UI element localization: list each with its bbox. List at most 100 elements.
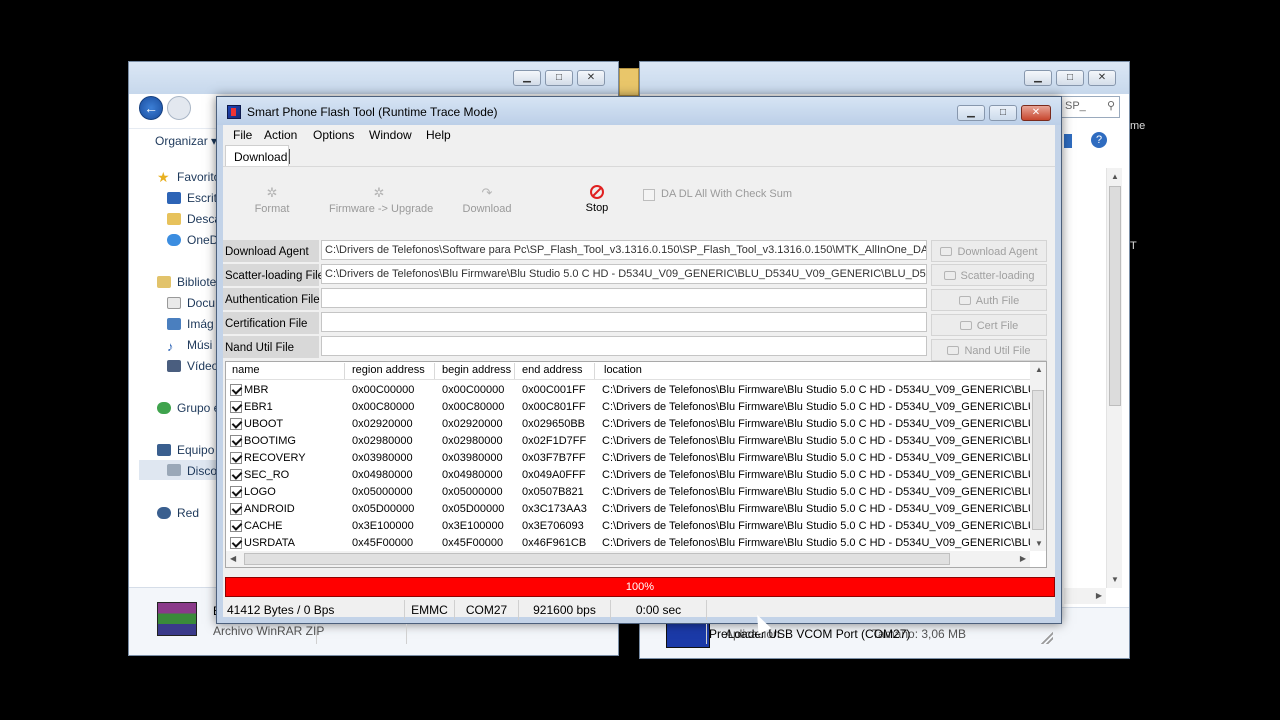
row-checkbox[interactable]: [230, 452, 242, 464]
search-icon[interactable]: ⚲: [1107, 99, 1115, 112]
row-checkbox[interactable]: [230, 401, 242, 413]
menu-options[interactable]: Options: [313, 128, 354, 142]
flash-tool-titlebar[interactable]: Smart Phone Flash Tool (Runtime Trace Mo…: [217, 97, 1061, 125]
nav-libraries[interactable]: Bibliote: [177, 275, 216, 289]
menu-action[interactable]: Action: [264, 128, 297, 142]
nav-disk[interactable]: Disco: [187, 464, 217, 478]
cert-file-field[interactable]: [321, 312, 927, 332]
nav-computer[interactable]: Equipo: [177, 443, 214, 457]
row-name: BOOTIMG: [244, 435, 296, 447]
tab-download[interactable]: Download: [225, 145, 290, 167]
menu-file[interactable]: File: [233, 128, 252, 142]
winrar-icon: [157, 602, 197, 636]
row-checkbox[interactable]: [230, 435, 242, 447]
help-icon[interactable]: ?: [1091, 132, 1107, 148]
nand-util-button[interactable]: Nand Util File: [931, 339, 1047, 361]
row-checkbox[interactable]: [230, 486, 242, 498]
cert-file-label: Certification File: [223, 312, 319, 334]
row-name: CACHE: [244, 520, 283, 532]
menu-window[interactable]: Window: [369, 128, 412, 142]
column-region-address[interactable]: region address: [352, 364, 425, 378]
forward-button[interactable]: [167, 96, 191, 120]
nav-videos[interactable]: Vídeo: [187, 359, 218, 373]
table-row[interactable]: LOGO 0x05000000 0x05000000 0x0507B821 C:\Dri…: [226, 484, 1042, 501]
folder-icon: [619, 68, 639, 96]
format-button[interactable]: ✲ Format: [249, 186, 295, 215]
auth-file-button[interactable]: Auth File: [931, 289, 1047, 311]
table-row[interactable]: SEC_RO 0x04980000 0x04980000 0x049A0FFF C:\D…: [226, 467, 1042, 484]
row-end-address: 0x00C001FF: [522, 384, 586, 396]
table-row[interactable]: CACHE 0x3E100000 0x3E100000 0x3E706093 C:\Dr…: [226, 518, 1042, 535]
column-begin-address[interactable]: begin address: [442, 364, 511, 378]
row-name: RECOVERY: [244, 452, 306, 464]
cert-file-button[interactable]: Cert File: [931, 314, 1047, 336]
row-checkbox[interactable]: [230, 469, 242, 481]
table-row[interactable]: RECOVERY 0x03980000 0x03980000 0x03F7B7FF C:…: [226, 450, 1042, 467]
column-end-address[interactable]: end address: [522, 364, 583, 378]
row-checkbox[interactable]: [230, 418, 242, 430]
firmware-upgrade-button[interactable]: ✲ Firmware -> Upgrade: [329, 186, 433, 215]
search-box[interactable]: SP_ ⚲: [1060, 96, 1120, 118]
horizontal-scrollbar[interactable]: ▶: [1064, 588, 1106, 604]
organize-menu[interactable]: Organizar ▾: [155, 134, 217, 148]
close-icon[interactable]: ✕: [577, 70, 605, 86]
network-icon: [157, 507, 171, 519]
row-checkbox[interactable]: [230, 384, 242, 396]
table-row[interactable]: EBR1 0x00C80000 0x00C80000 0x00C801FF C:\Dri…: [226, 399, 1042, 416]
nav-favorites[interactable]: Favorito: [177, 170, 220, 184]
maximize-icon[interactable]: □: [989, 105, 1017, 121]
row-end-address: 0x03F7B7FF: [522, 452, 586, 464]
table-row[interactable]: ANDROID 0x05D00000 0x05D00000 0x3C173AA3 C:\…: [226, 501, 1042, 518]
nav-homegroup[interactable]: Grupo e: [177, 401, 220, 415]
row-checkbox[interactable]: [230, 537, 242, 549]
download-agent-button-label: Download Agent: [957, 246, 1038, 258]
nav-desktop[interactable]: Escrit: [187, 191, 217, 205]
vertical-scrollbar[interactable]: ▲ ▼: [1106, 168, 1122, 588]
auth-file-field[interactable]: [321, 288, 927, 308]
table-hscroll-thumb[interactable]: [244, 553, 950, 565]
row-location: C:\Drivers de Telefonos\Blu Firmware\Blu…: [602, 452, 1042, 464]
status-bar: 41412 Bytes / 0 Bps EMMC COM27 921600 bp…: [223, 600, 1055, 646]
table-row[interactable]: BOOTIMG 0x02980000 0x02980000 0x02F1D7FF C:\…: [226, 433, 1042, 450]
row-checkbox[interactable]: [230, 503, 242, 515]
close-icon[interactable]: ✕: [1021, 105, 1051, 121]
download-button[interactable]: ↷ Download: [459, 186, 515, 215]
scroll-thumb[interactable]: [1109, 186, 1121, 406]
nav-network[interactable]: Red: [177, 506, 199, 520]
back-button[interactable]: ←: [139, 96, 163, 120]
table-horizontal-scrollbar[interactable]: ◀ ▶: [226, 551, 1030, 567]
minimize-icon[interactable]: ▁: [1024, 70, 1052, 86]
row-location: C:\Drivers de Telefonos\Blu Firmware\Blu…: [602, 401, 1042, 413]
maximize-icon[interactable]: □: [545, 70, 573, 86]
menu-help[interactable]: Help: [426, 128, 451, 142]
scatter-loading-button[interactable]: Scatter-loading: [931, 264, 1047, 286]
minimize-icon[interactable]: ▁: [957, 105, 985, 121]
stop-button[interactable]: Stop: [577, 185, 617, 214]
nand-util-field[interactable]: [321, 336, 927, 356]
nav-music[interactable]: Músi: [187, 338, 212, 352]
maximize-icon[interactable]: □: [1056, 70, 1084, 86]
download-agent-button[interactable]: Download Agent: [931, 240, 1047, 262]
nav-onedrive[interactable]: OneD: [187, 233, 218, 247]
download-agent-field[interactable]: C:\Drivers de Telefonos\Software para Pc…: [321, 240, 927, 260]
close-icon[interactable]: ✕: [1088, 70, 1116, 86]
table-row[interactable]: USRDATA 0x45F00000 0x45F00000 0x46F961CB C:\…: [226, 535, 1042, 552]
scatter-file-field[interactable]: C:\Drivers de Telefonos\Blu Firmware\Blu…: [321, 264, 927, 284]
resize-grip-icon[interactable]: [1041, 632, 1053, 644]
nav-documents[interactable]: Docu: [187, 296, 215, 310]
table-scroll-thumb[interactable]: [1032, 390, 1044, 530]
download-label: Download: [462, 203, 512, 215]
table-row[interactable]: UBOOT 0x02920000 0x02920000 0x029650BB C:\Dr…: [226, 416, 1042, 433]
table-vertical-scrollbar[interactable]: ▲ ▼: [1030, 362, 1046, 551]
view-toggle[interactable]: [1064, 134, 1072, 148]
nav-images[interactable]: Imág: [187, 317, 214, 331]
table-row[interactable]: MBR 0x00C00000 0x00C00000 0x00C001FF C:\Driv…: [226, 382, 1042, 399]
row-checkbox[interactable]: [230, 520, 242, 532]
da-dl-all-checkbox[interactable]: [643, 189, 655, 201]
row-begin-address: 0x00C00000: [442, 384, 505, 396]
flash-tool-window: Smart Phone Flash Tool (Runtime Trace Mo…: [216, 96, 1062, 644]
column-name[interactable]: name: [232, 364, 260, 378]
nand-util-button-label: Nand Util File: [964, 345, 1031, 357]
column-location[interactable]: location: [604, 364, 642, 378]
minimize-icon[interactable]: ▁: [513, 70, 541, 86]
